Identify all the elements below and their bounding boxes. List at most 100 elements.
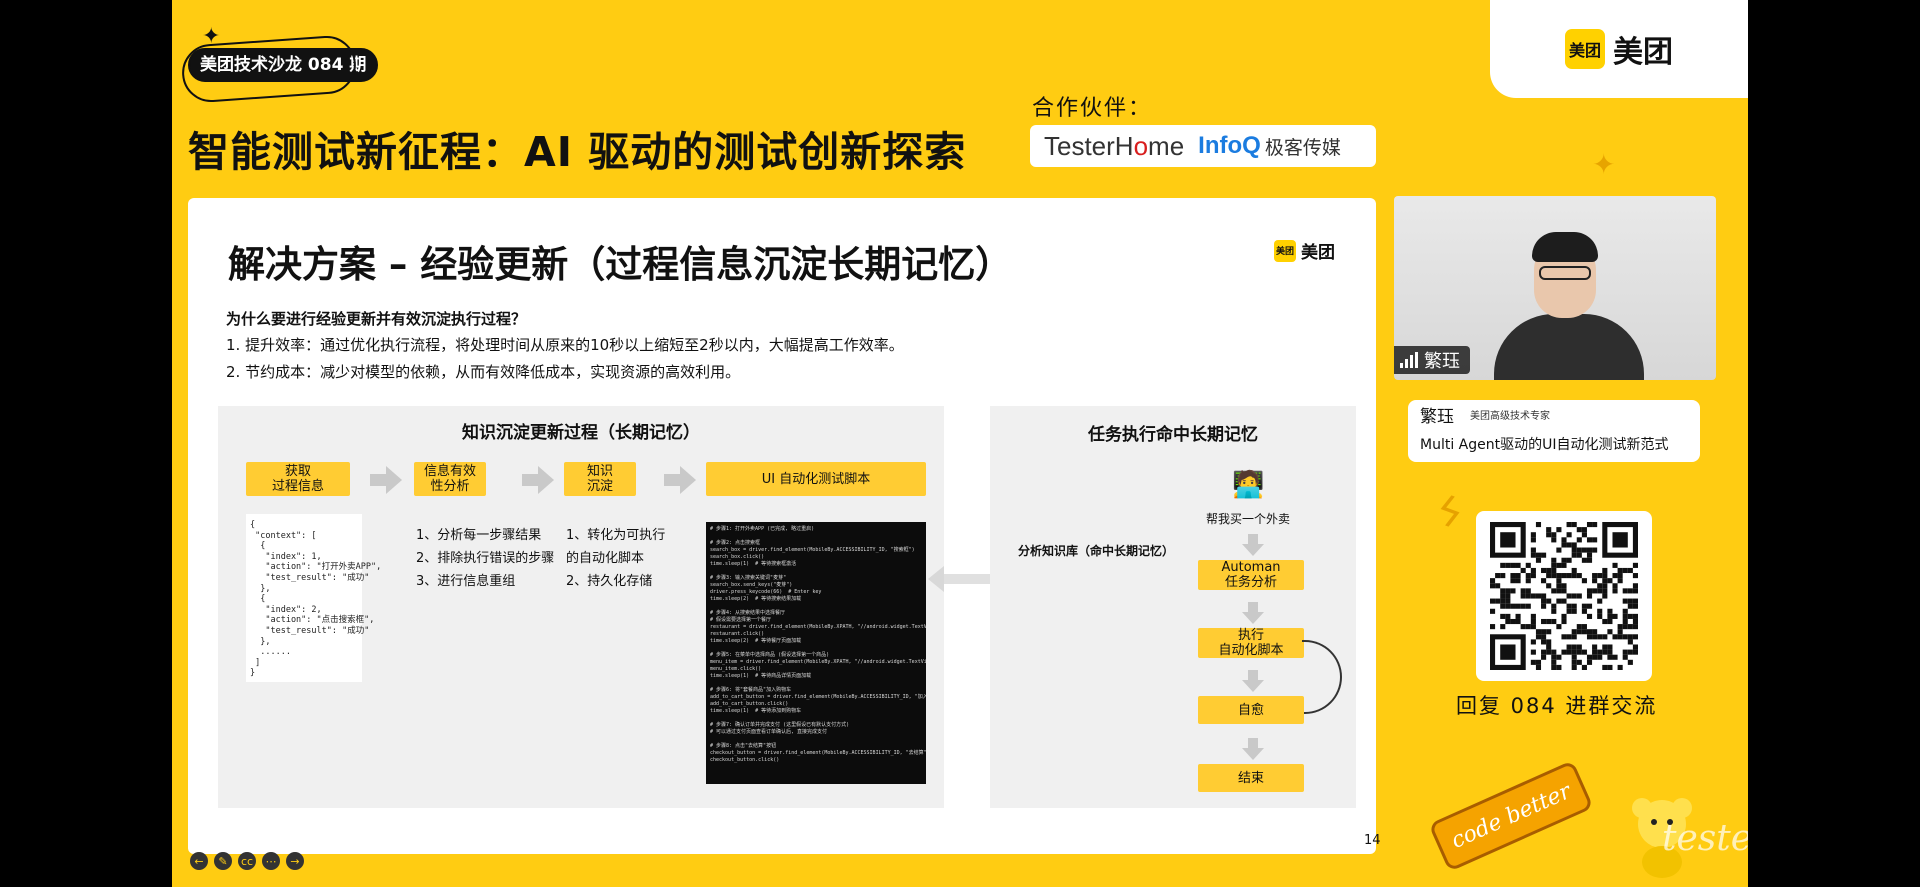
code-line: # 步骤6: 将"套餐商品"加入购物车: [710, 687, 792, 693]
code-line: # 步骤2: 点击搜索框: [710, 540, 761, 546]
down-arrow-icon: [1242, 602, 1264, 624]
step-validity-analysis: 信息有效 性分析: [414, 462, 486, 496]
panel-title: 任务执行命中长期记忆: [1088, 425, 1258, 445]
flow-run-script: 执行 自动化脚本: [1198, 628, 1304, 658]
presenter-hair: [1532, 232, 1598, 262]
code-line: time.sleep(1) # 等待搜索框激活: [710, 561, 797, 567]
code-line: # 可以通过支付页面查看订单确认后, 直接完成支付: [710, 729, 828, 735]
flow-automan-analysis: Automan 任务分析: [1198, 560, 1304, 590]
down-arrow-icon: [1242, 670, 1264, 692]
code-line: search_box.send_keys("麦芽"): [710, 582, 793, 588]
slide-question: 为什么要进行经验更新并有效沉淀执行过程？: [226, 310, 527, 328]
slide-brand-logo: 美团 美团: [1274, 238, 1335, 263]
code-line: restaurant = driver.find_element(MobileB…: [710, 624, 926, 630]
event-title: 智能测试新征程：AI 驱动的测试创新探索: [188, 128, 967, 176]
speaker-role: 美团高级技术专家: [1470, 411, 1550, 422]
pen-icon[interactable]: ✎: [214, 852, 232, 870]
code-line: # 步骤7: 确认订单并完成支付 (这里假设已有默认支付方式): [710, 722, 850, 728]
meituan-brand-card: 美团 美团: [1490, 0, 1748, 98]
code-line: time.sleep(2) # 等待搜索结果加载: [710, 596, 802, 602]
code-line: search_box = driver.find_element(MobileB…: [710, 547, 915, 553]
presentation-slide: 解决方案 – 经验更新（过程信息沉淀长期记忆） 美团 美团 为什么要进行经验更新…: [188, 198, 1376, 854]
right-arrow-icon: [664, 466, 696, 494]
user-request: 帮我买一个外卖: [1206, 512, 1291, 526]
captions-icon[interactable]: cc: [238, 852, 256, 870]
flow-end: 结束: [1198, 764, 1304, 792]
speaker-topic: Multi Agent驱动的UI自动化测试新范式: [1420, 437, 1669, 453]
right-arrow-icon: [370, 466, 402, 494]
code-line: add_to_cart_button.click(): [710, 701, 789, 707]
code-line: # 假设需要选择第一个餐厅: [710, 617, 772, 623]
down-arrow-icon: [1242, 534, 1264, 556]
code-line: # 步骤5: 在菜单中选择商品 (假设选择第一个商品): [710, 652, 830, 658]
code-line: checkout_button.click(): [710, 757, 780, 763]
list-item: 2、排除执行错误的步骤: [416, 551, 555, 566]
code-line: time.sleep(1) # 等待商品详情页面加载: [710, 673, 812, 679]
list-item: 1、转化为可执行: [566, 528, 666, 543]
code-line: add_to_cart_button = driver.find_element…: [710, 694, 926, 700]
step-ui-test-script: UI 自动化测试脚本: [706, 462, 926, 496]
code-line: driver.press_keycode(66) # Enter key: [710, 589, 822, 595]
back-arrow-icon[interactable]: ←: [190, 852, 208, 870]
code-line: # 步骤1: 打开外卖APP (已完成, 略过重启): [710, 526, 815, 532]
list-item: 1、分析每一步骤结果: [416, 528, 542, 543]
analyze-list: 1、分析每一步骤结果 2、排除执行错误的步骤 3、进行信息重组: [416, 524, 554, 593]
glasses-icon: [1539, 266, 1591, 280]
geek-media-logo: 极客传媒: [1264, 136, 1341, 159]
more-icon[interactable]: ⋯: [262, 852, 280, 870]
sparkle-icon: ✦: [1592, 148, 1616, 181]
partners-label: 合作伙伴：: [1032, 96, 1153, 121]
list-item: 3、进行信息重组: [416, 574, 516, 589]
infoq-logo: InfoQ: [1198, 132, 1261, 159]
list-item: 的自动化脚本: [566, 551, 645, 566]
code-line: menu_item = driver.find_element(MobileBy…: [710, 659, 926, 665]
flow-self-heal: 自愈: [1198, 696, 1304, 724]
shopping-person-icon: 🧑‍💻: [1232, 470, 1265, 500]
right-arrow-icon: [522, 466, 554, 494]
speaker-card: 繁珏 美团高级技术专家 Multi Agent驱动的UI自动化测试新范式: [1408, 400, 1700, 462]
memory-hit-panel: 任务执行命中长期记忆 🧑‍💻 帮我买一个外卖 分析知识库（命中长期记忆） Aut…: [990, 406, 1356, 808]
qr-code-card: [1476, 511, 1652, 681]
meituan-logo-text: 美团: [1301, 243, 1335, 263]
step-knowledge-deposit: 知识 沉淀: [564, 462, 636, 496]
list-item: 2、持久化存储: [566, 574, 653, 589]
stream-canvas: ✦ 美团技术沙龙 084 期 智能测试新征程：AI 驱动的测试创新探索 合作伙伴…: [172, 0, 1748, 887]
meituan-logo-text: 美团: [1613, 35, 1673, 70]
partners-logos: TesterHome InfoQ 极客传媒: [1030, 125, 1376, 167]
meituan-logo-icon: 美团: [1274, 239, 1296, 262]
meituan-logo-icon: 美团: [1565, 29, 1605, 69]
presenter-body: [1494, 314, 1644, 380]
signal-strength-icon: [1400, 352, 1418, 368]
code-line: menu_item.click(): [710, 666, 762, 672]
forward-arrow-icon[interactable]: →: [286, 852, 304, 870]
qr-code: [1490, 522, 1638, 670]
code-screenshot: # 步骤1: 打开外卖APP (已完成, 略过重启) # 步骤2: 点击搜索框 s…: [706, 522, 926, 784]
code-line: # 步骤8: 点击"去结算"按钮: [710, 743, 777, 749]
knowledge-update-panel: 知识沉淀更新过程（长期记忆） 获取 过程信息 信息有效 性分析 知识 沉淀 UI…: [218, 406, 944, 808]
speaker-name: 繁珏: [1420, 407, 1454, 427]
code-line: checkout_button = driver.find_element(Mo…: [710, 750, 926, 756]
code-better-stamp: code better: [1428, 760, 1594, 872]
step-get-process-info: 获取 过程信息: [246, 462, 350, 496]
qr-caption: 回复 084 进群交流: [1456, 694, 1658, 718]
lightning-icon: ϟ: [1428, 486, 1470, 540]
presenter-name: 繁珏: [1424, 351, 1460, 372]
loop-arrow-icon: [1302, 640, 1342, 714]
knowledge-base-label: 分析知识库（命中长期记忆）: [1018, 544, 1175, 558]
code-line: restaurant.click(): [710, 631, 765, 637]
slide-title: 解决方案 – 经验更新（过程信息沉淀长期记忆）: [228, 243, 1013, 286]
code-line: time.sleep(1) # 等待添加到购物车: [710, 708, 802, 714]
code-line: search_box.click(): [710, 554, 765, 560]
slide-toolbar: ← ✎ cc ⋯ →: [190, 852, 304, 870]
presenter-video: 繁珏: [1394, 196, 1716, 380]
store-list: 1、转化为可执行 的自动化脚本 2、持久化存储: [566, 524, 665, 593]
video-name-tag: 繁珏: [1394, 346, 1470, 374]
panel-title: 知识沉淀更新过程（长期记忆）: [462, 423, 700, 443]
json-sample: { "context": [ { "index": 1, "action": "…: [246, 514, 381, 682]
